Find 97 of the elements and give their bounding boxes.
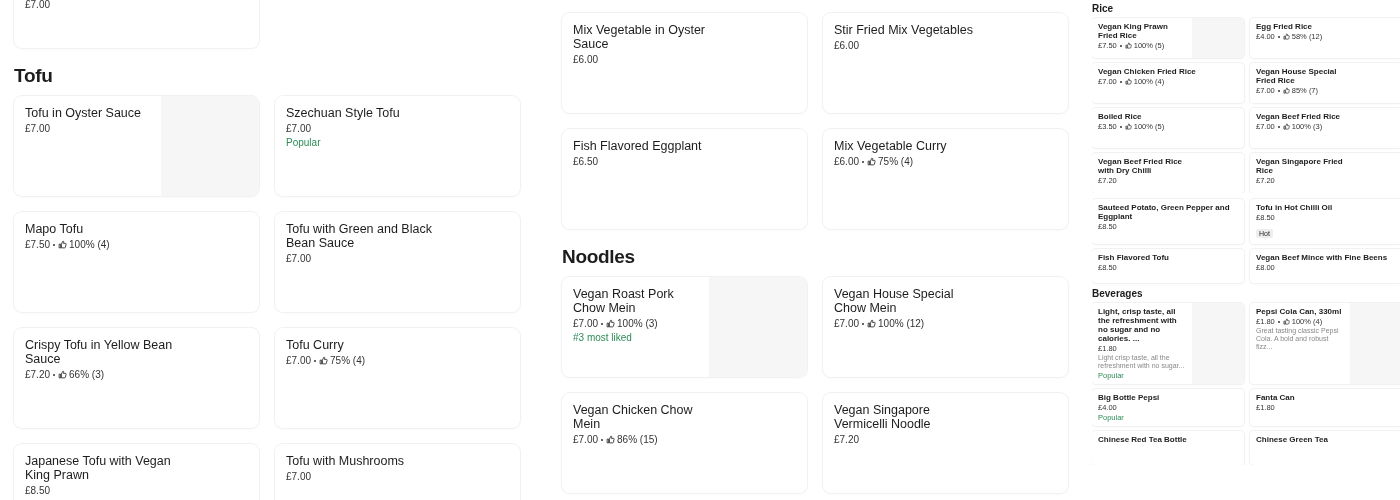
menu-item-card[interactable]: Vegan Roast Pork Chow Mein £7.00 100% (3) #3 most liked	[562, 277, 807, 377]
item-rating: 100% (3)	[617, 318, 658, 329]
item-name: Chinese Red Tea Bottle	[1098, 435, 1188, 444]
item-name: Vegan House Special Fried Rice	[1256, 67, 1338, 85]
item-name: Pepsi Cola Can, 330ml	[1256, 307, 1343, 316]
thumbs-up-icon	[606, 435, 616, 444]
item-rating: 100% (12)	[878, 318, 925, 329]
thumbs-up-icon	[1282, 33, 1290, 40]
thumbs-up-icon	[1124, 123, 1132, 130]
item-price: £7.00	[573, 434, 599, 445]
item-name: Vegan Beef Mince with Fine Beens	[1256, 253, 1389, 262]
menu-item-card[interactable]: Stir Fried Mix Vegetables £6.00	[823, 13, 1068, 113]
menu-item-card[interactable]: Tofu with Green and Black Bean Sauce £7.00	[275, 212, 520, 312]
menu-item-card[interactable]: Tofu with Mushrooms £7.00	[275, 444, 520, 500]
item-name: Vegan King Prawn Fried Rice	[1098, 22, 1169, 40]
item-price: £8.50	[25, 485, 51, 496]
item-name: Tofu Curry	[286, 338, 345, 352]
menu-item-card[interactable]: Mix Vegetable in Oyster Sauce £6.00	[562, 13, 807, 113]
menu-item-card[interactable]: Vegan Singapore Vermicelli Noodle £7.20	[823, 393, 1068, 493]
item-name: Tofu in Hot Chilli Oil	[1256, 203, 1334, 212]
menu-item-card[interactable]: Vegan House Special Chow Mein £7.00 100% (12)	[823, 277, 1068, 377]
thumbs-up-icon	[319, 356, 329, 365]
item-price: £7.50	[25, 239, 51, 250]
thumbs-up-icon	[1124, 78, 1132, 85]
item-price: £7.00	[286, 355, 312, 366]
menu-item-card[interactable]: Chinese Red Tea Bottle	[1092, 431, 1244, 465]
item-name: Szechuan Style Tofu	[286, 106, 401, 120]
item-price: £7.00	[286, 253, 312, 264]
section-heading: Tofu	[14, 65, 54, 87]
item-price: £7.00	[834, 318, 860, 329]
item-name: Vegan Chicken Chow Mein	[573, 403, 694, 431]
thumbs-up-icon	[1124, 42, 1132, 49]
item-name: Light, crisp taste, all the refreshment with no sugar and no calories. ...	[1098, 307, 1178, 343]
thumbs-up-icon	[1282, 123, 1290, 130]
item-name: Vegan Beef Fried Rice	[1256, 112, 1342, 121]
thumbs-up-icon	[867, 157, 877, 166]
thumbs-up-icon	[1282, 318, 1290, 325]
item-price: £7.00	[25, 0, 51, 10]
item-name: Mix Vegetable Curry	[834, 139, 948, 153]
thumbs-up-icon	[1282, 87, 1290, 94]
item-price: £7.20	[25, 369, 51, 380]
item-price: £7.00	[286, 123, 312, 134]
section-heading: Noodles	[562, 246, 636, 268]
menu-item-card[interactable]: Tofu Curry £7.00 75% (4)	[275, 328, 520, 428]
item-rating: 75% (4)	[330, 355, 366, 366]
item-name: Crispy Tofu in Yellow Bean Sauce	[25, 338, 174, 366]
item-price: £7.00	[573, 318, 599, 329]
item-name: Big Bottle Pepsi	[1098, 393, 1161, 402]
section-heading: Rice	[1092, 3, 1115, 14]
section-heading: Beverages	[1092, 288, 1144, 299]
item-name: Egg Fried Rice	[1256, 22, 1313, 31]
item-name: Fish Flavored Tofu	[1098, 253, 1170, 262]
item-name: Vegan Chicken Fried Rice	[1098, 67, 1197, 76]
item-price: £6.50	[573, 156, 599, 167]
menu-item-card[interactable]: Crispy Tofu in Yellow Bean Sauce £7.20 66% (3)	[14, 328, 259, 428]
thumbs-up-icon	[867, 319, 877, 328]
item-name: Vegan House Special Chow Mein	[834, 287, 955, 315]
menu-item-card[interactable]: Szechuan Style Tofu £7.00 Popular	[275, 96, 520, 196]
item-name: Tofu with Green and Black Bean Sauce	[286, 222, 433, 250]
item-name: Stir Fried Mix Vegetables	[834, 23, 974, 37]
item-name: Vegan Roast Pork Chow Mein	[573, 287, 675, 315]
item-price: £6.00	[573, 54, 599, 65]
item-name: Mix Vegetable in Oyster Sauce	[573, 23, 706, 51]
popularity-label: #3 most liked	[573, 332, 633, 343]
item-name: Chinese Green Tea	[1256, 435, 1329, 444]
item-name: Vegan Singapore Fried Rice	[1256, 157, 1344, 175]
menu-item-card[interactable]: Tofu in Oyster Sauce £7.00	[14, 96, 259, 196]
item-name: Vegan Beef Fried Rice with Dry Chilli	[1098, 157, 1184, 175]
item-rating: 75% (4)	[878, 156, 914, 167]
item-price: £6.00	[834, 156, 860, 167]
item-name: Fish Flavored Eggplant	[573, 139, 703, 153]
item-rating: 86% (15)	[617, 434, 658, 445]
menu-item-card[interactable]: Fish Flavored Eggplant £6.50	[562, 129, 807, 229]
item-name: Tofu with Mushrooms	[286, 454, 406, 468]
item-price: £7.00	[25, 123, 51, 134]
thumbs-up-icon	[606, 319, 616, 328]
item-price: £7.20	[834, 434, 860, 445]
item-name: Mapo Tofu	[25, 222, 85, 236]
item-price: £6.00	[834, 40, 860, 51]
item-name: Boiled Rice	[1098, 112, 1143, 121]
popularity-label: Popular	[286, 137, 322, 148]
item-name: Sauteed Potato, Green Pepper and Eggplant	[1098, 203, 1231, 221]
item-name: Tofu in Oyster Sauce	[25, 106, 143, 120]
thumbs-up-icon	[58, 240, 68, 249]
menu-item-card[interactable]: £7.00	[14, 0, 259, 48]
item-rating: 66% (3)	[69, 369, 105, 380]
menu-item-card[interactable]: Vegan Chicken Chow Mein £7.00 86% (15)	[562, 393, 807, 493]
item-rating: 100% (4)	[69, 239, 110, 250]
menu-item-card[interactable]: Japanese Tofu with Vegan King Prawn £8.50	[14, 444, 259, 500]
menu-item-card[interactable]: Mapo Tofu £7.50 100% (4)	[14, 212, 259, 312]
menu-item-card[interactable]: Mix Vegetable Curry £6.00 75% (4)	[823, 129, 1068, 229]
item-name: Fanta Can	[1256, 393, 1296, 402]
menu-item-card[interactable]: Chinese Green Tea	[1250, 431, 1400, 465]
thumbs-up-icon	[58, 370, 68, 379]
item-name: Japanese Tofu with Vegan King Prawn	[25, 454, 172, 482]
item-name: Vegan Singapore Vermicelli Noodle	[834, 403, 932, 431]
item-price: £7.00	[286, 471, 312, 482]
